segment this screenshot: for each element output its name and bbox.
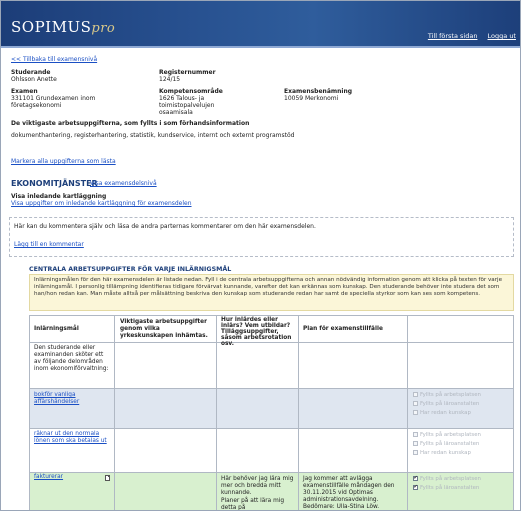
check-workplace[interactable]: Fyllts på arbetsplatsen bbox=[413, 392, 481, 398]
col-divider bbox=[298, 316, 299, 510]
check-workplace[interactable]: Fyllts på arbetsplatsen bbox=[413, 475, 481, 482]
checkbox[interactable] bbox=[413, 450, 418, 455]
home-link[interactable]: Till första sidan bbox=[428, 32, 478, 40]
comment-intro: Här kan du kommentera själv och läsa de … bbox=[14, 223, 316, 230]
col-divider bbox=[216, 316, 217, 510]
level-link[interactable]: Visa examensdelsnivå bbox=[90, 180, 157, 187]
row-divider bbox=[30, 472, 513, 473]
col-header-plan: Plan för examenstillfälle bbox=[303, 326, 383, 332]
checkbox-checked[interactable] bbox=[413, 475, 418, 481]
check-school[interactable]: Fyllts på läroanstalten bbox=[413, 401, 479, 407]
central-heading: CENTRALA ARBETSUPPGIFTER FÖR VARJE INLÄR… bbox=[29, 266, 232, 273]
page-frame: SOPIMUSpro Till första sidan Logga ut <<… bbox=[0, 0, 521, 511]
goal-link-bookkeeping[interactable]: bokför vanliga affärshändelser bbox=[34, 392, 110, 406]
header-links: Till första sidan Logga ut bbox=[420, 32, 516, 40]
row-divider bbox=[30, 428, 513, 429]
mark-all-read-link[interactable]: Markera alla uppgifterna som lästa bbox=[11, 158, 116, 165]
reg-value: 124/15 bbox=[159, 76, 181, 83]
plan-cell: Jag kommer att avlägga examenstillfälle … bbox=[303, 476, 395, 510]
check-already[interactable]: Har redan kunskap bbox=[413, 410, 471, 416]
section-title: EKONOMITJÄNSTER bbox=[11, 179, 98, 188]
intro-cell: Den studerande eller examinanden sköter … bbox=[34, 345, 109, 372]
row-divider bbox=[30, 388, 513, 389]
checkbox-checked[interactable] bbox=[413, 484, 418, 490]
checkbox[interactable] bbox=[413, 432, 418, 437]
check-already[interactable]: Har redan kunskap bbox=[413, 450, 471, 456]
mapping-link[interactable]: Visa uppgifter om inledande kartläggning… bbox=[11, 200, 192, 207]
part-value: 10059 Merkonomi bbox=[284, 95, 339, 102]
competence-label: Kompetensområde bbox=[159, 88, 223, 95]
logout-link[interactable]: Logga ut bbox=[488, 32, 516, 40]
checkbox[interactable] bbox=[413, 392, 418, 397]
part-label: Examensbenämning bbox=[284, 88, 353, 95]
check-school[interactable]: Fyllts på läroanstalten bbox=[413, 441, 479, 447]
back-link[interactable]: << Tillbaka till examensnivå bbox=[11, 56, 97, 63]
central-info: Inlärningsmålen för den här examensdelen… bbox=[29, 274, 514, 311]
col-header-goal: Inlärningsmål bbox=[34, 326, 79, 332]
checkbox[interactable] bbox=[413, 401, 418, 406]
goal-link-invoicing[interactable]: fakturerar bbox=[34, 474, 94, 481]
how-cell: Här behöver jag lära mig mer och bredda … bbox=[221, 476, 294, 496]
student-value: Ohlsson Anette bbox=[11, 76, 57, 83]
col-divider bbox=[407, 316, 408, 510]
check-workplace[interactable]: Fyllts på arbetsplatsen bbox=[413, 432, 481, 438]
document-icon[interactable] bbox=[105, 475, 110, 481]
checkbox[interactable] bbox=[413, 410, 418, 415]
how-cell-2: Planer på att lära mig detta på bbox=[221, 498, 285, 511]
student-label: Studerande bbox=[11, 69, 51, 76]
main-tasks-value: dokumenthantering, registerhantering, st… bbox=[11, 132, 295, 139]
app-header: SOPIMUSpro Till första sidan Logga ut bbox=[1, 1, 520, 48]
checkbox[interactable] bbox=[413, 441, 418, 446]
reg-label: Registernummer bbox=[159, 69, 216, 76]
goal-link-salary[interactable]: räknar ut den normala lönen som ska beta… bbox=[34, 431, 110, 445]
main-tasks-label: De viktigaste arbetsuppgifterna, som fyl… bbox=[11, 120, 250, 127]
competence-value-1: 1626 Talous- ja bbox=[159, 95, 205, 102]
exam-value-1: 331101 Grundexamen inom bbox=[11, 95, 96, 102]
learning-goals-table: Inlärningsmål Viktigaste arbetsuppgifter… bbox=[29, 315, 514, 511]
check-school[interactable]: Fyllts på läroanstalten bbox=[413, 484, 479, 491]
competence-value-3: osaamisala bbox=[159, 109, 193, 116]
mapping-label: Visa inledande kartläggning bbox=[11, 193, 107, 200]
exam-value-2: företagsekonomi bbox=[11, 102, 62, 109]
header-band bbox=[1, 46, 520, 48]
exam-label: Examen bbox=[11, 88, 38, 95]
sopimus-logo: SOPIMUSpro bbox=[11, 18, 116, 36]
col-divider bbox=[114, 316, 115, 510]
add-comment-link[interactable]: Lägg till en kommentar bbox=[14, 241, 84, 248]
competence-value-2: toimistopalvelujen bbox=[159, 102, 215, 109]
col-header-tasks: Viktigaste arbetsuppgifter genom vilka y… bbox=[120, 319, 208, 339]
col-header-how: Hur inlärdes eller inlärs? Vem utbildar?… bbox=[221, 317, 292, 347]
